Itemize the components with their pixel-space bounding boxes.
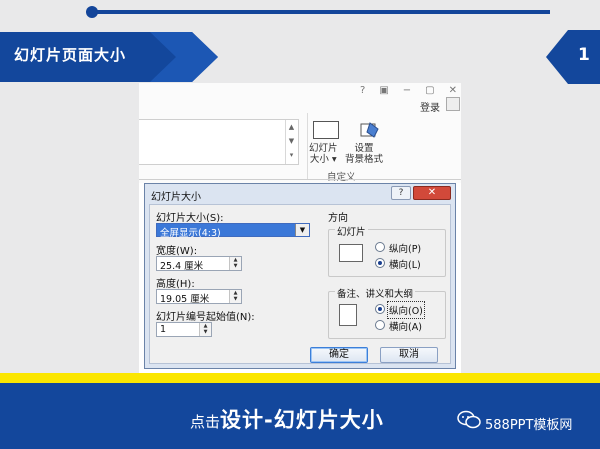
login-link[interactable]: 登录 — [420, 99, 440, 114]
minimize-icon[interactable]: − — [403, 85, 411, 96]
footer-instruction: 设计-幻灯片大小 — [220, 408, 384, 432]
wechat-icon — [457, 410, 481, 429]
powerpoint-screenshot: ? ▣ − ▢ ✕ 登录 ▲ ▼ ▾ 幻灯片 大小 ▾ 设置 背景格式 自定义 幻灯… — [139, 83, 461, 373]
format-background-icon[interactable] — [359, 119, 381, 141]
brand-watermark: 588PPT模板网 — [485, 418, 573, 433]
orientation-label: 方向 — [328, 213, 348, 224]
top-decor-dot — [86, 6, 98, 18]
height-value: 19.05 厘米 — [160, 294, 210, 305]
slide-size-button[interactable]: 幻灯片 大小 ▾ — [309, 143, 338, 165]
ribbon-display-icon[interactable]: ▣ — [379, 85, 388, 96]
dialog-close-button[interactable]: ✕ — [413, 186, 451, 200]
ribbon-group-label: 自定义 — [327, 172, 356, 183]
footer-prefix: 点击 — [190, 413, 221, 431]
height-stepper[interactable]: 19.05 厘米 ▲ ▼ — [156, 289, 242, 305]
maximize-icon[interactable]: ▢ — [425, 85, 434, 96]
slides-group-title: 幻灯片 — [335, 224, 368, 238]
spin-down-icon[interactable]: ▼ — [200, 329, 211, 335]
slide-size-value: 全屏显示(4:3) — [160, 228, 221, 239]
page-badge — [546, 28, 600, 86]
dialog-help-button[interactable]: ? — [391, 186, 411, 200]
portrait-page-icon — [339, 304, 357, 326]
landscape-page-icon — [339, 244, 363, 262]
height-label: 高度(H): — [156, 279, 195, 290]
notes-landscape-radio[interactable] — [375, 320, 385, 330]
slide-title: 幻灯片页面大小 — [14, 46, 127, 64]
spin-down-icon[interactable]: ▼ — [230, 296, 241, 302]
account-icon[interactable] — [446, 97, 460, 111]
slides-orientation-group: 幻灯片 纵向(P) 横向(L) — [328, 224, 446, 277]
width-stepper[interactable]: 25.4 厘米 ▲ ▼ — [156, 256, 242, 272]
notes-portrait-label[interactable]: 纵向(O) — [387, 301, 425, 319]
slides-landscape-radio[interactable] — [375, 258, 385, 268]
notes-group-title: 备注、讲义和大纲 — [335, 286, 416, 300]
start-number-label: 幻灯片编号起始值(N): — [156, 312, 255, 323]
chevron-down-icon[interactable]: ▼ — [295, 224, 309, 236]
notes-portrait-radio[interactable] — [375, 304, 385, 314]
gallery-scroll[interactable]: ▲ ▼ ▾ — [285, 120, 297, 164]
ok-button[interactable]: 确定 — [310, 347, 368, 363]
close-window-icon[interactable]: ✕ — [449, 85, 457, 96]
slide-size-icon[interactable] — [313, 121, 339, 139]
dialog-title: 幻灯片大小 — [151, 192, 201, 203]
dialog-body: 幻灯片大小(S): 全屏显示(4:3) ▼ 宽度(W): 25.4 厘米 ▲ ▼ … — [149, 204, 451, 364]
cancel-button[interactable]: 取消 — [380, 347, 438, 363]
help-icon[interactable]: ? — [360, 85, 365, 96]
start-number-stepper[interactable]: 1 ▲ ▼ — [156, 322, 212, 337]
variants-gallery — [139, 119, 299, 165]
format-background-button[interactable]: 设置 背景格式 — [345, 143, 383, 165]
width-value: 25.4 厘米 — [160, 261, 204, 272]
height-spin-buttons[interactable]: ▲ ▼ — [229, 290, 241, 303]
start-number-value: 1 — [160, 324, 167, 335]
slides-landscape-label[interactable]: 横向(L) — [389, 257, 421, 271]
slide-size-label: 幻灯片大小(S): — [156, 213, 224, 224]
notes-landscape-label[interactable]: 横向(A) — [389, 319, 422, 333]
slides-portrait-label[interactable]: 纵向(P) — [389, 241, 421, 255]
slides-portrait-radio[interactable] — [375, 242, 385, 252]
start-spin-buttons[interactable]: ▲ ▼ — [199, 323, 211, 336]
ribbon-separator — [307, 113, 308, 179]
page-number: 1 — [578, 45, 590, 65]
spin-down-icon[interactable]: ▼ — [230, 263, 241, 269]
width-spin-buttons[interactable]: ▲ ▼ — [229, 257, 241, 270]
notes-orientation-group: 备注、讲义和大纲 纵向(O) 横向(A) — [328, 286, 446, 339]
slide-size-select[interactable]: 全屏显示(4:3) ▼ — [156, 223, 310, 239]
footer-accent-bar — [0, 373, 600, 383]
width-label: 宽度(W): — [156, 246, 198, 257]
ribbon-divider — [139, 179, 461, 180]
top-decor-line — [92, 10, 550, 14]
window-controls: ? ▣ − ▢ ✕ — [360, 85, 457, 96]
ribbon-area: ? ▣ − ▢ ✕ 登录 ▲ ▼ ▾ 幻灯片 大小 ▾ 设置 背景格式 自定义 — [139, 83, 461, 183]
slide-size-dialog: 幻灯片大小 ? ✕ 幻灯片大小(S): 全屏显示(4:3) ▼ 宽度(W): 2… — [144, 183, 456, 369]
